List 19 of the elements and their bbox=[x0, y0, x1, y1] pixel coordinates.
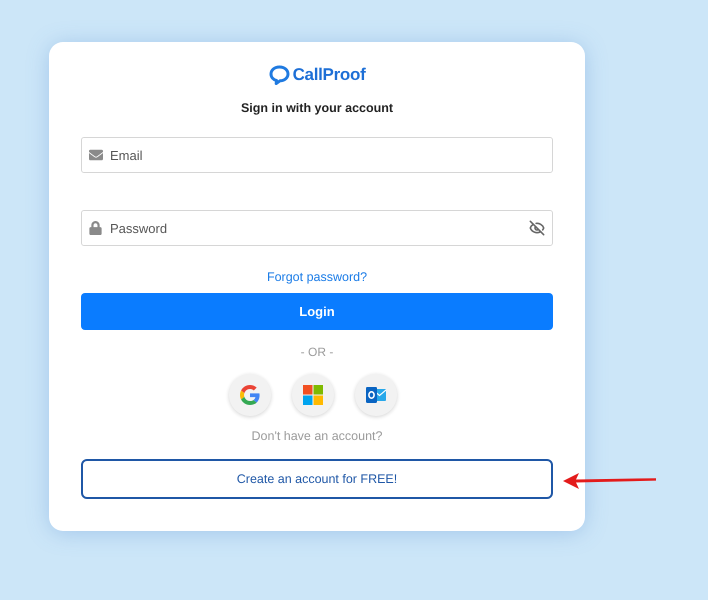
create-account-button[interactable]: Create an account for FREE! bbox=[81, 459, 553, 499]
forgot-password-link[interactable]: Forgot password? bbox=[266, 268, 368, 286]
login-button[interactable]: Login bbox=[81, 293, 553, 330]
envelope-icon bbox=[89, 148, 103, 162]
eye-slash-icon[interactable] bbox=[529, 220, 545, 236]
lock-icon bbox=[89, 221, 102, 235]
speech-bubble-logo-icon bbox=[268, 65, 290, 85]
google-signin-button[interactable] bbox=[229, 374, 271, 416]
mail-o-icon bbox=[366, 386, 386, 404]
or-divider-text: - OR - bbox=[300, 344, 334, 361]
microsoft-signin-button[interactable] bbox=[292, 374, 334, 416]
four-squares-icon bbox=[303, 385, 323, 405]
google-icon bbox=[240, 385, 260, 405]
email-field[interactable]: Email bbox=[81, 137, 553, 173]
signup-prompt: Don't have an account? bbox=[252, 428, 382, 445]
logo-text: CallProof bbox=[292, 64, 366, 86]
password-field[interactable]: Password bbox=[81, 210, 553, 246]
outlook-signin-button[interactable] bbox=[355, 374, 397, 416]
sign-in-heading: Sign in with your account bbox=[240, 100, 394, 117]
